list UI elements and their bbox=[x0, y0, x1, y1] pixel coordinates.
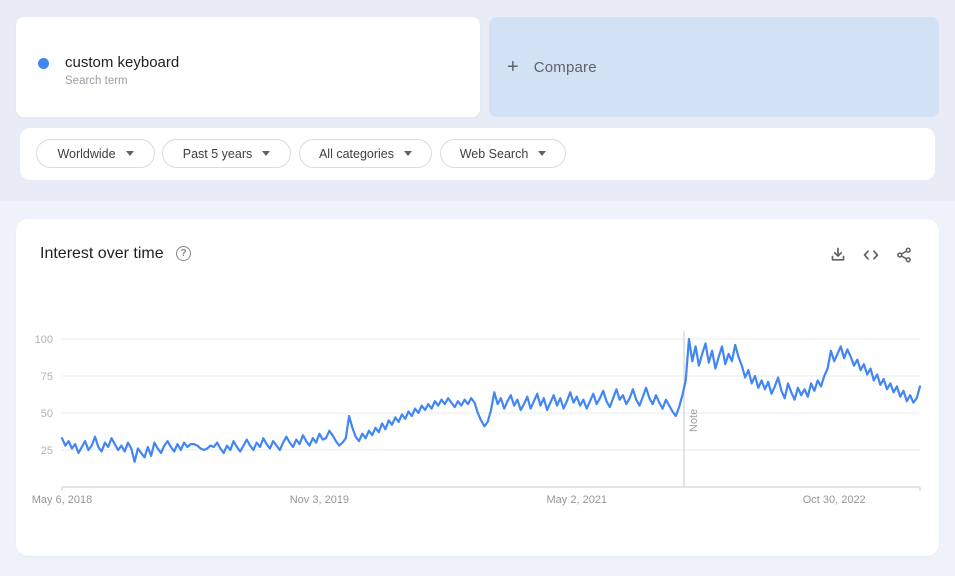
search-type-filter-value: Web Search bbox=[460, 147, 529, 161]
filter-bar: Worldwide Past 5 years All categories We… bbox=[20, 128, 935, 180]
note-marker-label[interactable]: Note bbox=[688, 409, 700, 432]
trend-line-series bbox=[62, 339, 920, 462]
add-comparison-button[interactable]: + Compare bbox=[489, 17, 939, 117]
search-term-card[interactable]: custom keyboard Search term bbox=[16, 17, 480, 117]
y-axis-tick-label: 50 bbox=[41, 408, 53, 420]
x-axis-tick-label: Oct 30, 2022 bbox=[803, 494, 866, 506]
caret-down-icon bbox=[262, 151, 270, 156]
interest-over-time-panel: Interest over time ? 255075100May 6 bbox=[16, 219, 939, 556]
x-axis-tick-label: Nov 3, 2019 bbox=[290, 494, 349, 506]
series-legend-dot bbox=[38, 58, 49, 69]
caret-down-icon bbox=[404, 151, 412, 156]
compare-label: Compare bbox=[534, 59, 597, 76]
plus-icon: + bbox=[507, 56, 519, 79]
y-axis-tick-label: 75 bbox=[41, 371, 53, 383]
time-range-filter-dropdown[interactable]: Past 5 years bbox=[162, 139, 291, 168]
caret-down-icon bbox=[538, 151, 546, 156]
region-filter-value: Worldwide bbox=[57, 147, 115, 161]
category-filter-value: All categories bbox=[319, 147, 394, 161]
search-term-type: Search term bbox=[65, 75, 128, 87]
y-axis-tick-label: 100 bbox=[35, 334, 53, 346]
region-filter-dropdown[interactable]: Worldwide bbox=[36, 139, 155, 168]
category-filter-dropdown[interactable]: All categories bbox=[299, 139, 432, 168]
time-range-filter-value: Past 5 years bbox=[183, 147, 252, 161]
caret-down-icon bbox=[126, 151, 134, 156]
x-axis-tick-label: May 2, 2021 bbox=[547, 494, 608, 506]
interest-over-time-chart: 25 50 75 100 May 6, 2018 Nov 3, 2019 May 2, 20… bbox=[16, 219, 939, 556]
y-axis-tick-label: 25 bbox=[41, 445, 53, 457]
search-term-label: custom keyboard bbox=[65, 54, 179, 71]
search-type-filter-dropdown[interactable]: Web Search bbox=[440, 139, 566, 168]
x-axis-tick-label: May 6, 2018 bbox=[32, 494, 93, 506]
